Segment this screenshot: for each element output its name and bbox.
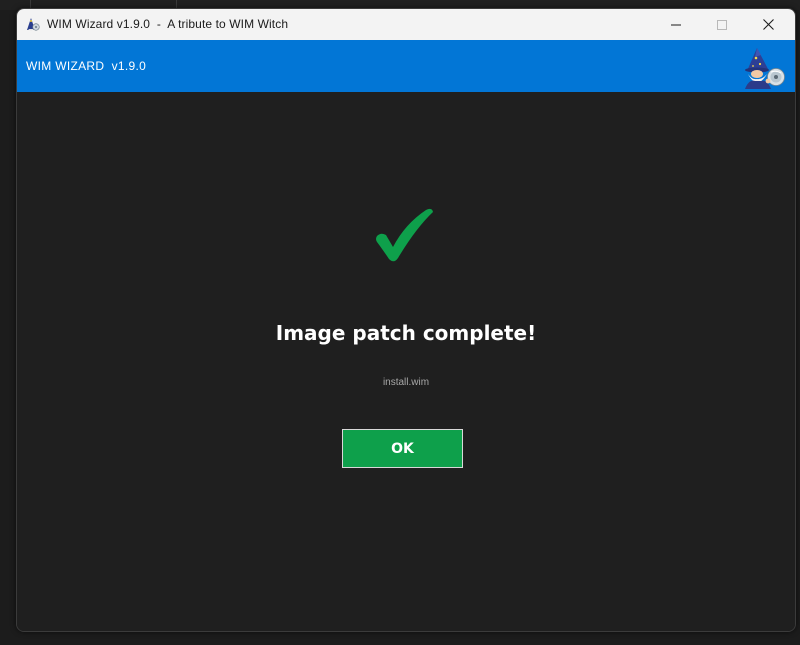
wizard-logo [745,48,785,89]
close-icon [762,19,774,30]
header-title: WIM WIZARD v1.9.0 [26,59,147,73]
maximize-button[interactable] [699,9,745,40]
app-window: WIM Wizard v1.9.0 - A tribute to WIM Wit… [16,8,796,632]
app-header: WIM WIZARD v1.9.0 [17,40,795,92]
close-button[interactable] [745,9,791,40]
checkmark-icon [376,208,433,262]
content-panel: Image patch complete! install.wim OK [17,92,795,631]
maximize-icon [717,19,727,30]
image-file-name: install.wim [382,377,430,388]
desktop-segment [30,0,177,8]
status-message: Image patch complete! [275,321,537,345]
title-bar[interactable]: WIM Wizard v1.9.0 - A tribute to WIM Wit… [17,9,795,41]
wizard-icon [27,18,40,31]
ok-button[interactable]: OK [342,429,463,468]
minimize-button[interactable] [653,9,699,40]
minimize-icon [671,24,681,25]
window-title: WIM Wizard v1.9.0 - A tribute to WIM Wit… [47,17,289,31]
desktop-segment [0,0,31,8]
